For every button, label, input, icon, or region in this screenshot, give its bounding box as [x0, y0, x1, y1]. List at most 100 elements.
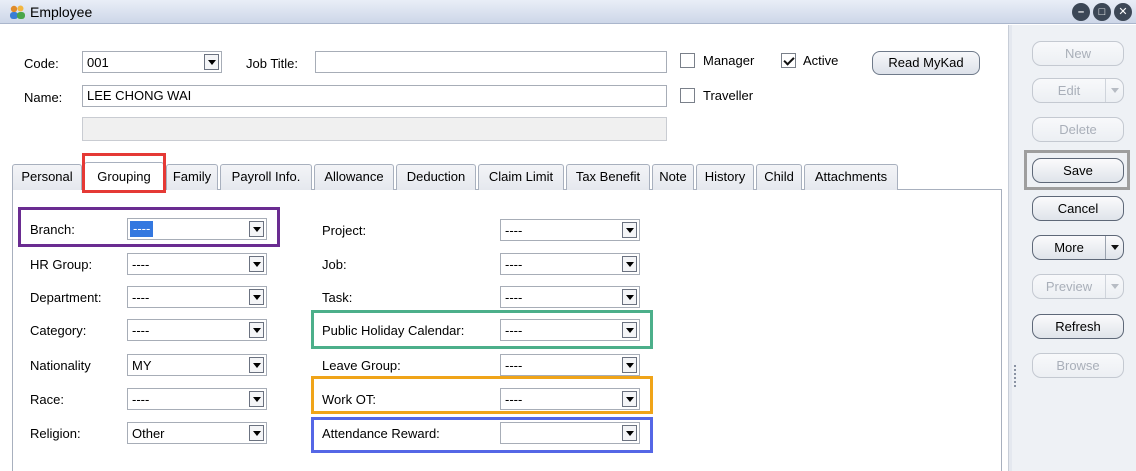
tab-child[interactable]: Child [756, 164, 802, 190]
leave-group-value: ---- [505, 358, 523, 373]
more-button-label: More [1054, 240, 1084, 255]
branch-combo[interactable]: ---- [127, 218, 267, 240]
new-button[interactable]: New [1032, 41, 1124, 66]
tab-claim-limit[interactable]: Claim Limit [478, 164, 564, 190]
cancel-button[interactable]: Cancel [1032, 196, 1124, 221]
race-value: ---- [132, 392, 150, 407]
traveller-checkbox[interactable] [680, 88, 695, 103]
edit-button[interactable]: Edit [1032, 78, 1124, 103]
chevron-down-icon[interactable] [249, 425, 264, 441]
active-label: Active [803, 53, 839, 68]
hr-group-combo[interactable]: ---- [127, 253, 267, 275]
name-secondary-input [82, 117, 667, 141]
religion-label: Religion: [30, 426, 81, 441]
chevron-down-icon[interactable] [622, 222, 637, 238]
job-title-label: Job Title: [246, 56, 299, 71]
work-ot-value: ---- [505, 392, 523, 407]
preview-button-label: Preview [1045, 279, 1093, 294]
tab-allowance[interactable]: Allowance [314, 164, 394, 190]
code-label: Code: [24, 56, 59, 71]
chevron-down-icon[interactable] [622, 322, 637, 338]
public-holiday-calendar-combo[interactable]: ---- [500, 319, 640, 341]
more-button[interactable]: More [1032, 235, 1124, 260]
read-mykad-button[interactable]: Read MyKad [872, 51, 980, 75]
chevron-down-icon[interactable] [249, 391, 264, 407]
job-title-input[interactable] [315, 51, 667, 73]
save-button-label: Save [1063, 163, 1093, 178]
preview-dropdown-icon[interactable] [1105, 275, 1123, 298]
department-label: Department: [30, 290, 102, 305]
employee-app-icon [10, 5, 25, 19]
name-label: Name: [24, 90, 63, 105]
close-button[interactable]: ✕ [1114, 3, 1132, 21]
new-button-label: New [1064, 46, 1091, 61]
refresh-button[interactable]: Refresh [1032, 314, 1124, 339]
name-input[interactable]: LEE CHONG WAI [82, 85, 667, 107]
task-combo[interactable]: ---- [500, 286, 640, 308]
tab-tax-benefit[interactable]: Tax Benefit [566, 164, 650, 190]
chevron-down-icon[interactable] [204, 54, 219, 70]
chevron-down-icon[interactable] [249, 289, 264, 305]
edit-button-label: Edit [1057, 83, 1081, 98]
job-combo[interactable]: ---- [500, 253, 640, 275]
chevron-down-icon[interactable] [622, 357, 637, 373]
code-combo[interactable]: 001 [82, 51, 222, 73]
manager-label: Manager [703, 53, 755, 68]
action-sidebar: New Edit Delete Save Cancel More Preview… [1020, 25, 1136, 471]
splitter-handle[interactable] [1012, 25, 1020, 471]
traveller-label: Traveller [703, 88, 754, 103]
chevron-down-icon[interactable] [249, 357, 264, 373]
minimize-button[interactable]: – [1072, 3, 1090, 21]
work-ot-combo[interactable]: ---- [500, 388, 640, 410]
nationality-value: MY [132, 358, 152, 373]
edit-dropdown-icon[interactable] [1105, 79, 1123, 102]
tab-note[interactable]: Note [652, 164, 694, 190]
project-value: ---- [505, 223, 523, 238]
task-label: Task: [322, 290, 353, 305]
department-combo[interactable]: ---- [127, 286, 267, 308]
chevron-down-icon[interactable] [622, 391, 637, 407]
job-label: Job: [322, 257, 347, 272]
category-combo[interactable]: ---- [127, 319, 267, 341]
race-label: Race: [30, 392, 64, 407]
preview-button[interactable]: Preview [1032, 274, 1124, 299]
browse-button-label: Browse [1056, 358, 1100, 373]
leave-group-label: Leave Group: [322, 358, 401, 373]
more-dropdown-icon[interactable] [1105, 236, 1123, 259]
religion-value: Other [132, 426, 165, 441]
browse-button[interactable]: Browse [1032, 353, 1124, 378]
attendance-reward-label: Attendance Reward: [322, 426, 440, 441]
tab-history[interactable]: History [696, 164, 754, 190]
active-checkbox[interactable] [781, 53, 796, 68]
tab-grouping[interactable]: Grouping [84, 162, 164, 191]
work-ot-label: Work OT: [322, 392, 376, 407]
chevron-down-icon[interactable] [249, 221, 264, 237]
religion-combo[interactable]: Other [127, 422, 267, 444]
window-title: Employee [30, 4, 93, 20]
title-bar[interactable]: Employee – □ ✕ [0, 0, 1136, 24]
race-combo[interactable]: ---- [127, 388, 267, 410]
save-button[interactable]: Save [1032, 158, 1124, 183]
manager-checkbox[interactable] [680, 53, 695, 68]
chevron-down-icon[interactable] [622, 425, 637, 441]
employee-window: Employee – □ ✕ Code: 001 Job Title: Name… [0, 0, 1136, 471]
chevron-down-icon[interactable] [622, 289, 637, 305]
maximize-button[interactable]: □ [1093, 3, 1111, 21]
chevron-down-icon[interactable] [249, 256, 264, 272]
tab-deduction[interactable]: Deduction [396, 164, 476, 190]
delete-button[interactable]: Delete [1032, 117, 1124, 142]
tab-family[interactable]: Family [166, 164, 218, 190]
nationality-label: Nationality [30, 358, 91, 373]
tab-personal[interactable]: Personal [12, 164, 82, 190]
chevron-down-icon[interactable] [249, 322, 264, 338]
nationality-combo[interactable]: MY [127, 354, 267, 376]
project-combo[interactable]: ---- [500, 219, 640, 241]
leave-group-combo[interactable]: ---- [500, 354, 640, 376]
tab-payroll-info[interactable]: Payroll Info. [220, 164, 312, 190]
chevron-down-icon[interactable] [622, 256, 637, 272]
attendance-reward-combo[interactable] [500, 422, 640, 444]
hr-group-label: HR Group: [30, 257, 93, 272]
tab-attachments[interactable]: Attachments [804, 164, 898, 190]
public-holiday-calendar-value: ---- [505, 323, 523, 338]
code-value: 001 [87, 55, 109, 70]
